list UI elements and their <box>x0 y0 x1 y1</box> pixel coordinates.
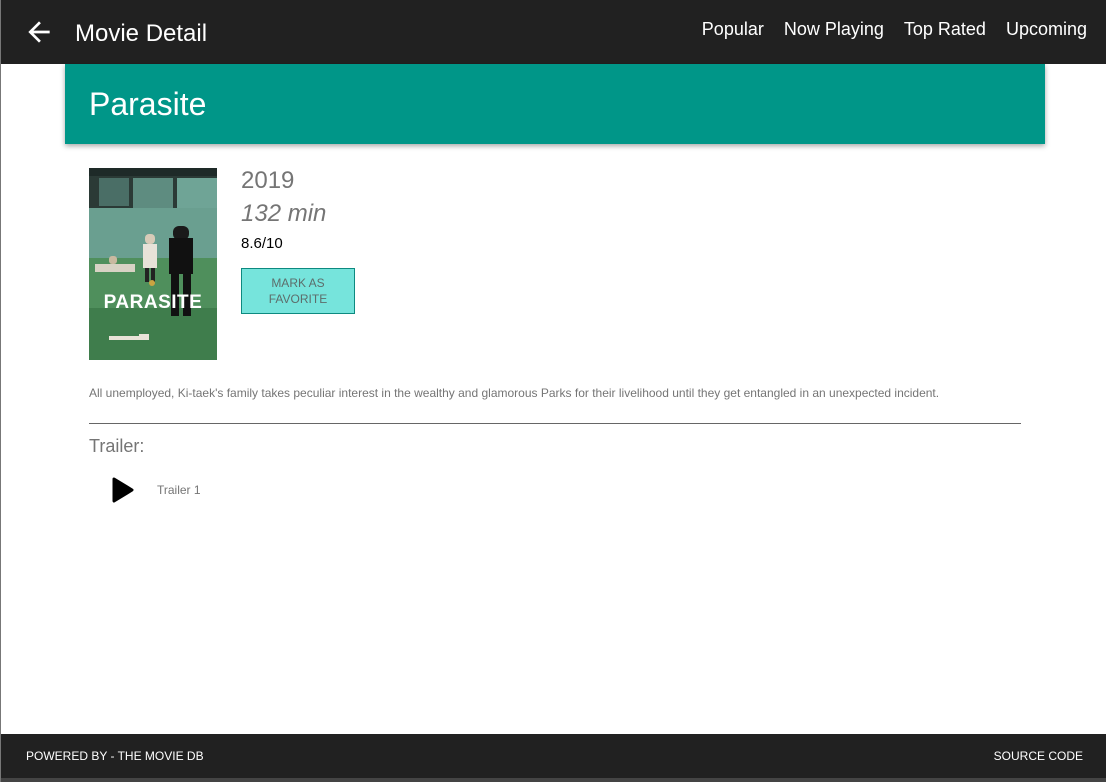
app-footer: POWERED BY - THE MOVIE DB SOURCE CODE <box>1 734 1106 778</box>
app-title: Movie Detail <box>75 20 208 47</box>
trailer-label: Trailer 1 <box>157 483 201 497</box>
movie-poster: PARASITE <box>89 168 217 360</box>
footer-bottom-edge <box>1 778 1106 782</box>
mark-as-favorite-button[interactable]: MARK AS FAVORITE <box>241 268 355 314</box>
nav-now-playing[interactable]: Now Playing <box>784 18 884 40</box>
nav-top-rated[interactable]: Top Rated <box>904 18 986 40</box>
favorite-button-line2: FAVORITE <box>268 292 328 306</box>
movie-title: Parasite <box>89 86 207 122</box>
nav-popular[interactable]: Popular <box>702 18 764 40</box>
movie-title-card: Parasite <box>65 64 1045 144</box>
source-code-link[interactable]: SOURCE CODE <box>994 749 1083 763</box>
trailer-item[interactable]: Trailer 1 <box>101 472 241 508</box>
poster-title-text: PARASITE <box>104 292 203 313</box>
trailer-heading: Trailer: <box>89 436 145 456</box>
nav-upcoming[interactable]: Upcoming <box>1006 18 1087 40</box>
main-nav: Popular Now Playing Top Rated Upcoming <box>702 18 1087 40</box>
runtime: 132 min <box>241 200 327 227</box>
rating: 8.6/10 <box>241 235 283 252</box>
favorite-button-line1: MARK AS <box>271 276 325 290</box>
app-toolbar: Movie Detail Popular Now Playing Top Rat… <box>1 0 1106 64</box>
movie-detail-page: Movie Detail Popular Now Playing Top Rat… <box>0 0 1106 782</box>
back-button[interactable] <box>23 16 55 48</box>
section-divider <box>89 423 1021 424</box>
play-icon <box>112 477 134 503</box>
arrow-left-icon <box>28 21 50 43</box>
movie-overview: All unemployed, Ki-taek's family takes p… <box>89 386 940 400</box>
powered-by-text: POWERED BY - THE MOVIE DB <box>26 749 204 763</box>
release-year: 2019 <box>241 167 295 194</box>
